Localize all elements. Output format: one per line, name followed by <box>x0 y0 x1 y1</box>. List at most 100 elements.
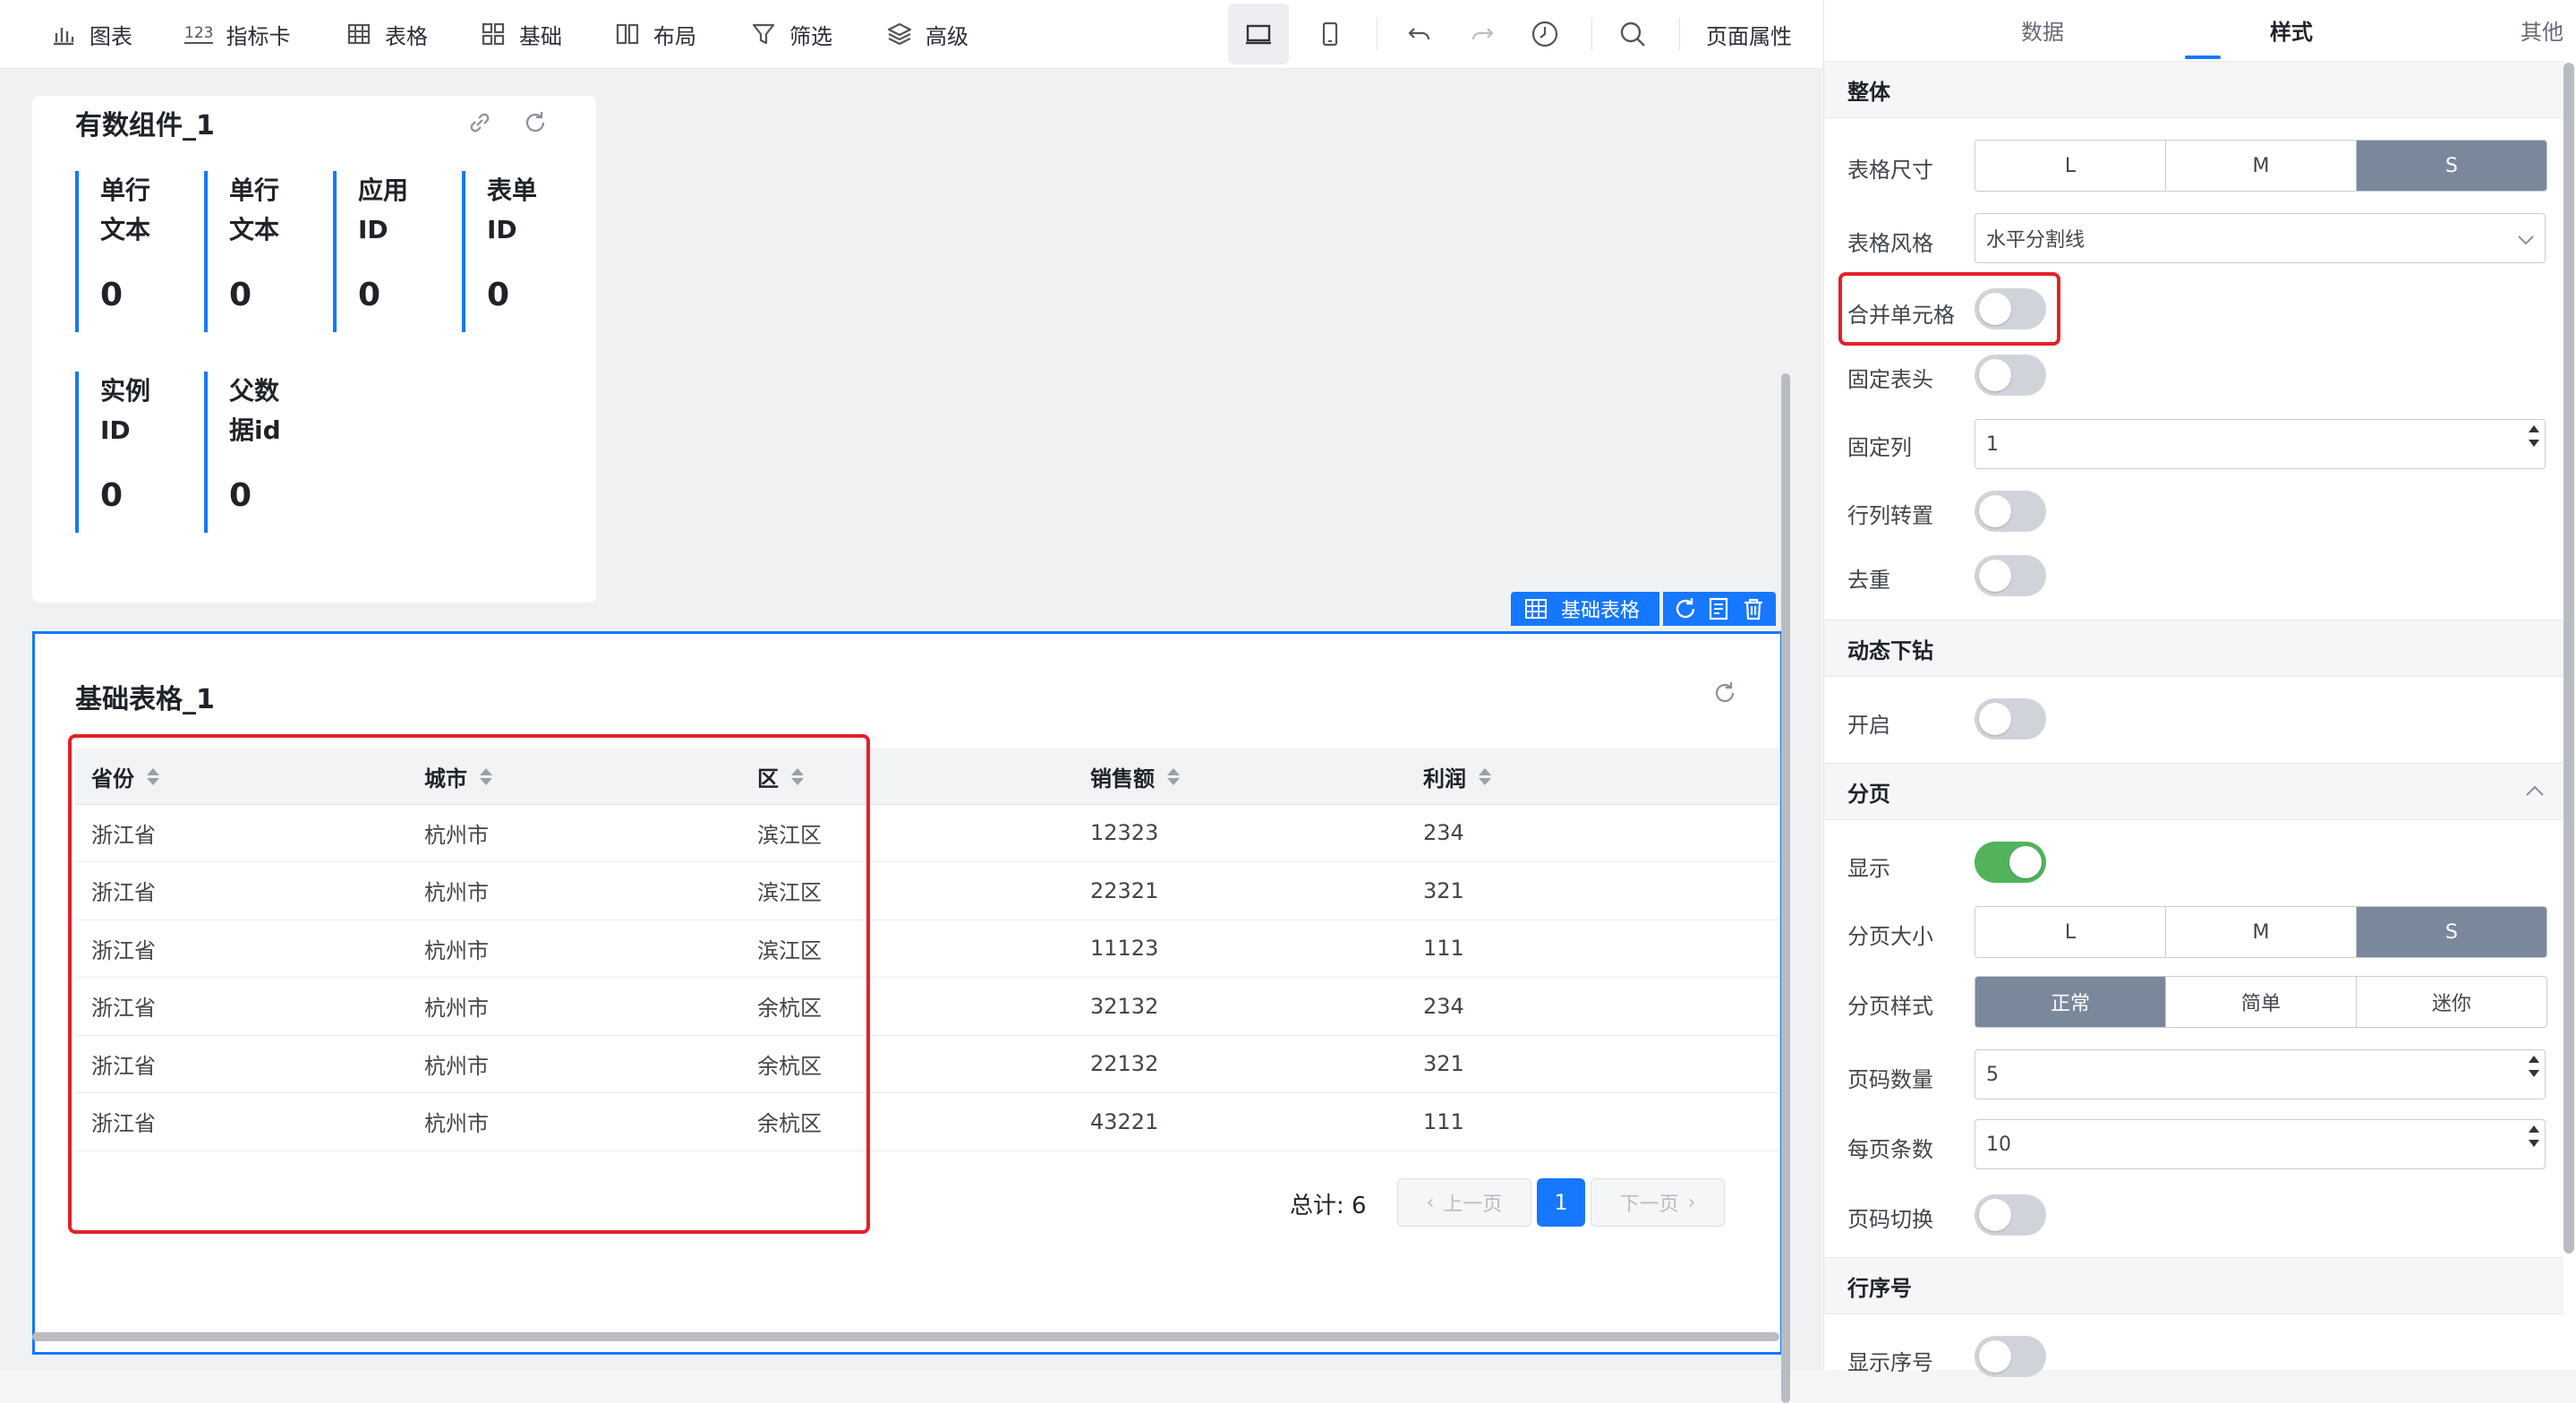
kpi-item: 父数 据id 0 <box>204 372 281 533</box>
history-button[interactable] <box>1514 4 1575 64</box>
table-cell: 11123 <box>1090 936 1159 961</box>
kpi-item: 单行 文本 0 <box>75 171 150 332</box>
page-size-option-l[interactable]: L <box>1975 907 2166 957</box>
page-style-option-normal[interactable]: 正常 <box>1975 977 2166 1027</box>
bar-chart-icon <box>54 28 74 46</box>
fixed-col-value: 1 <box>1986 432 1999 456</box>
merge-cells-toggle[interactable] <box>1975 288 2046 329</box>
table-cell: 321 <box>1423 877 1464 903</box>
table-icon <box>347 23 371 45</box>
kpi-card[interactable]: 有数组件_1 单行 文本 0 单行 文本 0 应用 ID 0 表单 ID 0 实… <box>32 96 596 603</box>
next-page-button[interactable]: 下一页 › <box>1591 1178 1725 1227</box>
label-fixed-header: 固定表头 <box>1847 367 1933 392</box>
tab-style[interactable]: 样式 <box>2202 0 2381 59</box>
kpi-label: 表单 <box>487 175 538 205</box>
table-cell: 111 <box>1423 936 1464 961</box>
design-canvas: 有数组件_1 单行 文本 0 单行 文本 0 应用 ID 0 表单 ID 0 实… <box>0 69 1822 1403</box>
clock-icon <box>1531 21 1558 47</box>
layout-icon <box>616 23 639 45</box>
chevron-right-icon: › <box>1687 1191 1696 1214</box>
page-number-button[interactable]: 1 <box>1537 1178 1585 1227</box>
highlight-box <box>68 734 870 1234</box>
toolbar-kpi[interactable]: 123 指标卡 <box>184 0 290 68</box>
sort-icon[interactable] <box>1167 767 1180 785</box>
toolbar-filter[interactable]: 筛选 <box>750 0 832 68</box>
size-option-l[interactable]: L <box>1975 141 2166 191</box>
copy-icon[interactable] <box>1706 595 1733 622</box>
drill-enable-toggle[interactable] <box>1975 698 2046 740</box>
page-size-option-m[interactable]: M <box>2166 907 2357 957</box>
toolbar-advanced-label: 高级 <box>925 23 968 49</box>
redo-button[interactable] <box>1452 4 1513 64</box>
kpi-value: 0 <box>487 277 510 313</box>
stepper-icon[interactable] <box>2529 1125 2539 1147</box>
component-type-badge[interactable]: 基础表格 <box>1511 592 1660 626</box>
link-icon[interactable] <box>465 108 494 137</box>
label-page-switch: 页码切换 <box>1847 1207 1933 1232</box>
page-style-segment: 正常 简单 迷你 <box>1975 976 2547 1028</box>
kpi-value: 0 <box>229 477 252 514</box>
redo-icon <box>1471 28 1494 40</box>
kpi-value: 0 <box>358 277 381 313</box>
toolbar-layout[interactable]: 布局 <box>614 0 696 68</box>
paging-show-toggle[interactable] <box>1975 842 2046 883</box>
sort-icon[interactable] <box>1479 767 1491 785</box>
vertical-scrollbar[interactable] <box>1781 373 1790 1403</box>
table-style-select[interactable]: 水平分割线 <box>1975 213 2546 263</box>
properties-panel: 数据 样式 其他 整体 表格尺寸 L M S 表格风格 水平分割线 合并单元格 … <box>1823 0 2576 1377</box>
horizontal-scrollbar[interactable] <box>32 1332 1779 1341</box>
panel-scrollbar[interactable] <box>2563 63 2574 1253</box>
table-cell: 111 <box>1423 1108 1464 1134</box>
column-header[interactable]: 销售额 <box>1090 749 1180 804</box>
size-option-s[interactable]: S <box>2357 141 2546 191</box>
per-page-value: 10 <box>1986 1133 2011 1156</box>
refresh-icon[interactable] <box>1672 595 1699 622</box>
page-properties-button[interactable]: 页面属性 <box>1706 0 1792 68</box>
transpose-toggle[interactable] <box>1975 491 2046 532</box>
prev-page-label: 上一页 <box>1443 1193 1503 1216</box>
toolbar-advanced[interactable]: 高级 <box>886 0 968 68</box>
page-size-option-s[interactable]: S <box>2357 907 2546 957</box>
dedup-toggle[interactable] <box>1975 555 2046 596</box>
page-style-option-mini[interactable]: 迷你 <box>2357 977 2546 1027</box>
size-option-m[interactable]: M <box>2166 141 2357 191</box>
prev-page-button[interactable]: ‹ 上一页 <box>1397 1178 1531 1227</box>
kpi-label: ID <box>100 415 131 445</box>
label-dedup: 去重 <box>1847 568 1890 593</box>
refresh-icon[interactable] <box>521 108 550 137</box>
toolbar-table[interactable]: 表格 <box>345 0 428 68</box>
page-style-option-simple[interactable]: 简单 <box>2166 977 2357 1027</box>
tab-data[interactable]: 数据 <box>1953 0 2132 59</box>
component-type-label: 基础表格 <box>1561 600 1641 622</box>
toolbar-chart[interactable]: 图表 <box>50 0 132 68</box>
mobile-view-button[interactable] <box>1300 4 1361 64</box>
column-header-label: 销售额 <box>1090 766 1155 791</box>
row-number-toggle[interactable] <box>1975 1336 2046 1377</box>
active-tab-indicator <box>2185 56 2221 59</box>
page-count-input[interactable]: 5 <box>1975 1049 2546 1099</box>
fixed-header-toggle[interactable] <box>1975 355 2046 396</box>
stepper-icon[interactable] <box>2529 1056 2539 1077</box>
refresh-icon[interactable] <box>1710 679 1739 707</box>
table-cell: 234 <box>1423 820 1464 845</box>
kpi-value: 0 <box>100 277 124 313</box>
column-header[interactable]: 利润 <box>1423 749 1491 804</box>
search-icon <box>1620 21 1645 47</box>
toolbar-basic[interactable]: 基础 <box>480 0 562 68</box>
per-page-input[interactable]: 10 <box>1975 1119 2546 1169</box>
trash-icon[interactable] <box>1740 595 1767 622</box>
toolbar-kpi-label: 指标卡 <box>226 23 291 49</box>
chevron-left-icon: ‹ <box>1426 1191 1435 1214</box>
stepper-icon[interactable] <box>2529 425 2539 447</box>
page-switch-toggle[interactable] <box>1975 1194 2046 1236</box>
chevron-up-icon[interactable] <box>2524 782 2546 801</box>
desktop-view-button[interactable] <box>1228 4 1289 64</box>
page-size-segment: L M S <box>1975 906 2547 958</box>
label-per-page: 每页条数 <box>1847 1137 1933 1162</box>
fixed-col-input[interactable]: 1 <box>1975 419 2546 469</box>
table-style-value: 水平分割线 <box>1986 229 2086 252</box>
table-size-segment: L M S <box>1975 140 2547 192</box>
tab-other[interactable]: 其他 <box>2452 0 2576 59</box>
search-button[interactable] <box>1602 4 1663 64</box>
undo-button[interactable] <box>1389 4 1450 64</box>
